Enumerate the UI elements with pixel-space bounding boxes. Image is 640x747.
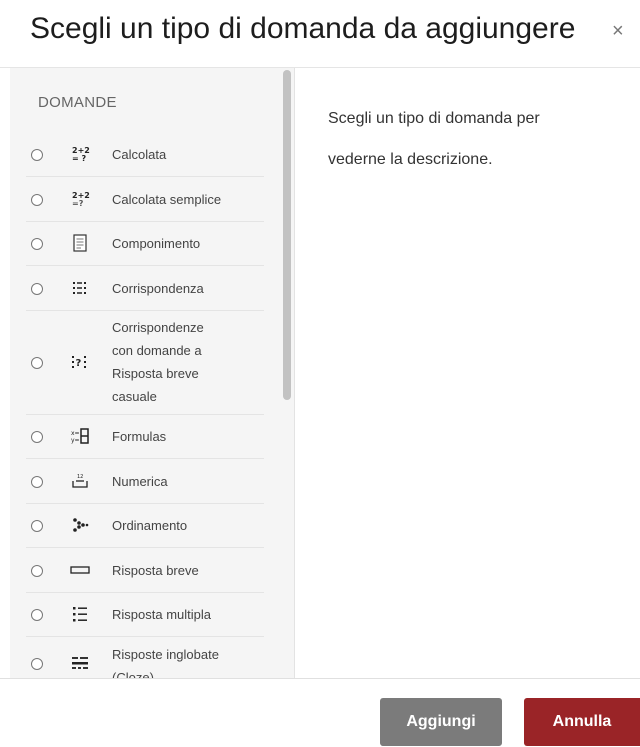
radio-button[interactable] [31, 149, 43, 161]
option-componimento[interactable]: Componimento [26, 222, 264, 266]
dialog-body: DOMANDE 2+2 = ? Calcolata 2+2 =? Calcolata… [0, 68, 640, 678]
option-ordinamento[interactable]: Ordinamento [26, 504, 264, 548]
calculated-icon: 2+2 = ? [69, 145, 91, 163]
svg-text:= ?: = ? [72, 154, 86, 163]
option-risposta-breve[interactable]: Risposta breve [26, 548, 264, 593]
radio-button[interactable] [31, 283, 43, 295]
radio-button[interactable] [31, 238, 43, 250]
dialog-footer: Aggiungi Annulla [0, 678, 640, 747]
calculated-simple-icon: 2+2 =? [69, 190, 91, 208]
option-label: Formulas [112, 429, 167, 444]
radio-button[interactable] [31, 658, 43, 670]
option-calcolata[interactable]: 2+2 = ? Calcolata [26, 132, 264, 177]
matching-icon [69, 279, 91, 297]
option-label: Risposta breve [112, 563, 199, 578]
add-button[interactable]: Aggiungi [380, 698, 502, 746]
option-label: Risposte inglobate (Cloze) [112, 647, 219, 678]
option-numerica[interactable]: 12 Numerica [26, 459, 264, 504]
short-answer-icon [69, 561, 91, 579]
multiple-choice-icon [69, 605, 91, 623]
option-label: Numerica [112, 474, 168, 489]
cloze-icon [69, 654, 91, 672]
scrollbar-thumb[interactable] [283, 70, 291, 400]
radio-button[interactable] [31, 194, 43, 206]
ordering-icon [69, 516, 91, 534]
close-icon[interactable]: × [612, 20, 624, 43]
option-formulas[interactable]: x= y= Formulas [26, 415, 264, 459]
option-label: Corrispondenze con domande a Risposta br… [112, 320, 204, 404]
radio-button[interactable] [31, 357, 43, 369]
svg-text:?: ? [76, 358, 82, 369]
option-label: Calcolata semplice [112, 192, 222, 207]
dialog-header: Scegli un tipo di domanda da aggiungere … [0, 0, 640, 68]
option-risposta-multipla[interactable]: Risposta multipla [26, 593, 264, 637]
essay-icon [69, 234, 91, 252]
cancel-button[interactable]: Annulla [524, 698, 640, 746]
svg-text:12: 12 [77, 474, 83, 480]
option-label: Risposta multipla [112, 607, 211, 622]
radio-button[interactable] [31, 565, 43, 577]
formulas-icon: x= y= [69, 427, 91, 445]
description-line: vederne la descrizione. [328, 151, 493, 168]
radio-button[interactable] [31, 476, 43, 488]
description-line: Scegli un tipo di domanda per [328, 110, 540, 127]
option-label: Calcolata [112, 147, 167, 162]
radio-button[interactable] [31, 431, 43, 443]
radio-button[interactable] [31, 609, 43, 621]
dialog-title: Scegli un tipo di domanda da aggiungere [30, 12, 576, 45]
option-label: Ordinamento [112, 518, 188, 533]
random-short-answer-matching-icon: ? [69, 353, 91, 371]
svg-text:=?: =? [72, 199, 84, 208]
option-risposte-inglobate[interactable]: Risposte inglobate (Cloze) [26, 637, 264, 678]
svg-text:x=: x= [71, 430, 80, 437]
option-calcolata-semplice[interactable]: 2+2 =? Calcolata semplice [26, 177, 264, 222]
option-corrispondenza[interactable]: Corrispondenza [26, 266, 264, 311]
svg-text:y=: y= [71, 437, 80, 444]
numerical-icon: 12 [69, 472, 91, 490]
description-panel: Scegli un tipo di domanda per vederne la… [328, 98, 618, 180]
question-type-list[interactable]: DOMANDE 2+2 = ? Calcolata 2+2 =? Calcolata… [10, 68, 295, 678]
option-label: Corrispondenza [112, 281, 204, 296]
section-heading: DOMANDE [38, 94, 117, 111]
option-label: Componimento [112, 236, 201, 251]
radio-button[interactable] [31, 520, 43, 532]
option-corrispondenze-risposta-breve-casuale[interactable]: ? Corrispondenze con domande a Risposta … [26, 311, 264, 415]
